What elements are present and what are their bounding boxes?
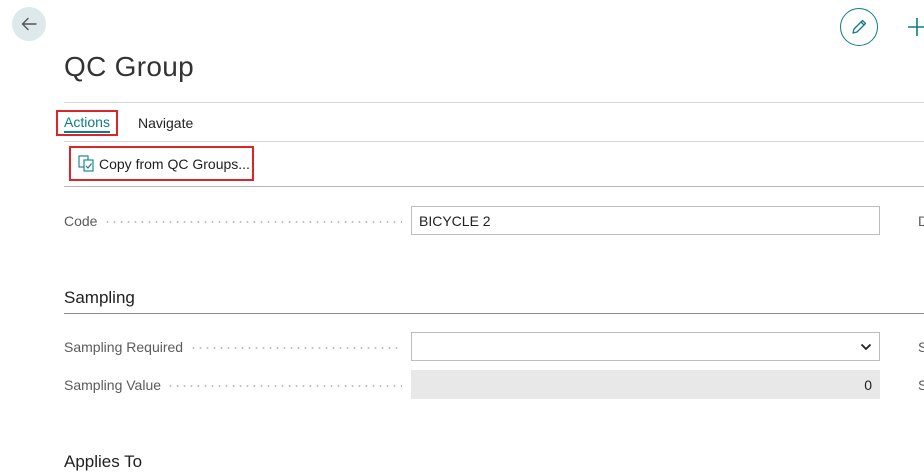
- tab-navigate[interactable]: Navigate: [138, 115, 193, 131]
- edit-button[interactable]: [840, 8, 878, 46]
- chevron-down-icon: [860, 343, 872, 350]
- sampling-value-field: 0: [411, 370, 880, 399]
- pencil-icon: [852, 19, 867, 34]
- ribbon-bottom-divider: [64, 186, 924, 187]
- tab-actions-label: Actions: [64, 114, 110, 133]
- copy-from-qc-groups-label: Copy from QC Groups...: [99, 155, 250, 172]
- copy-from-qc-groups-action[interactable]: Copy from QC Groups...: [69, 146, 254, 181]
- code-input[interactable]: BICYCLE 2: [411, 206, 880, 235]
- sampling-value-label: Sampling Value: [64, 377, 162, 393]
- ribbon-top-divider: [64, 141, 924, 142]
- arrow-left-icon: [21, 17, 37, 31]
- sampling-value-value: 0: [864, 376, 872, 393]
- code-leader-dots: [104, 221, 402, 223]
- sampling-required-leader-dots: [190, 347, 402, 349]
- right-column-fragment-2: S: [918, 377, 924, 393]
- new-button[interactable]: [906, 14, 924, 40]
- back-button[interactable]: [12, 7, 46, 41]
- code-label: Code: [64, 213, 98, 229]
- sampling-required-select[interactable]: [411, 332, 880, 361]
- right-column-fragment-1: S: [918, 339, 924, 355]
- sampling-section-divider: [64, 313, 924, 314]
- section-title-sampling[interactable]: Sampling: [64, 288, 135, 308]
- sampling-required-label: Sampling Required: [64, 339, 184, 355]
- right-column-label-fragment: D: [918, 213, 924, 229]
- section-title-applies-to[interactable]: Applies To: [64, 452, 142, 472]
- page-title: QC Group: [64, 51, 194, 82]
- code-value: BICYCLE 2: [419, 212, 491, 229]
- plus-icon: [908, 18, 924, 36]
- header-divider: [64, 102, 924, 103]
- tab-actions[interactable]: Actions: [56, 110, 118, 136]
- sampling-value-leader-dots: [167, 385, 402, 387]
- copy-document-icon: [78, 155, 94, 172]
